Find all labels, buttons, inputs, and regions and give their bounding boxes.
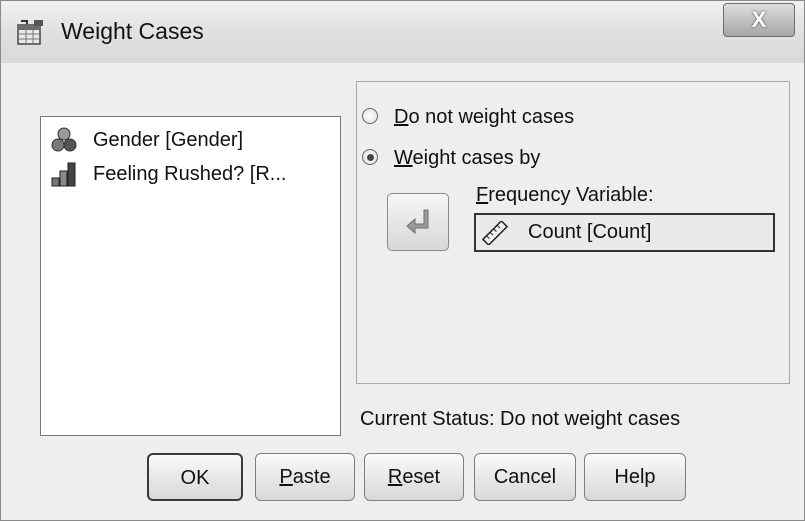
weight-cases-icon [17,20,43,45]
button-label: eset [402,466,441,488]
accelerator-key: P [279,466,293,488]
scale-variable-icon [482,221,508,245]
weight-cases-by-radio[interactable]: Weight cases by [362,144,592,172]
accelerator-key: R [387,466,403,488]
arrow-move-icon [406,209,429,235]
accelerator-key: W [394,147,413,169]
dialog-title: Weight Cases [61,18,204,44]
variable-item-feeling-rushed[interactable]: Feeling Rushed? [R... [51,160,331,188]
ordinal-variable-icon [51,162,76,187]
accelerator-key: D [394,106,409,128]
help-button[interactable]: Help [584,453,686,501]
do-not-weight-radio[interactable]: Do not weight cases [362,103,632,131]
variable-label: Gender [Gender] [93,129,244,151]
variable-list[interactable]: Gender [Gender] Feeling Rushed? [R... [40,116,341,436]
move-variable-button[interactable] [387,193,449,251]
nominal-variable-icon [51,127,77,152]
cancel-button[interactable]: Cancel [474,453,576,501]
paste-button[interactable]: Paste [255,453,355,501]
radio-label: Do not weight cases [394,103,574,131]
radio-circle[interactable] [362,108,378,124]
variable-item-gender[interactable]: Gender [Gender] [51,126,331,154]
title-bar[interactable]: Weight Cases X [1,1,804,63]
frequency-variable-label: Frequency Variable: [476,184,654,207]
accelerator-key: F [476,184,489,206]
current-status-text: Current Status: Do not weight cases [360,408,681,430]
label-text: requency Variable: [488,184,654,206]
button-label: aste [292,466,331,488]
radio-label: Weight cases by [394,144,540,172]
radio-dot [367,154,374,161]
variable-label: Feeling Rushed? [R... [93,163,287,185]
reset-button[interactable]: Reset [364,453,464,501]
close-icon: X [751,7,767,32]
close-button[interactable]: X [723,3,795,37]
label-text: o not weight cases [408,106,575,128]
frequency-variable-value: Count [Count] [528,221,652,243]
weight-cases-dialog: Weight Cases X Gender [Gender] Feeling R… [0,0,805,521]
ok-button[interactable]: OK [147,453,243,501]
frequency-variable-field[interactable]: Count [Count] [474,213,775,252]
radio-circle-selected[interactable] [362,149,378,165]
label-text: eight cases by [412,147,541,169]
